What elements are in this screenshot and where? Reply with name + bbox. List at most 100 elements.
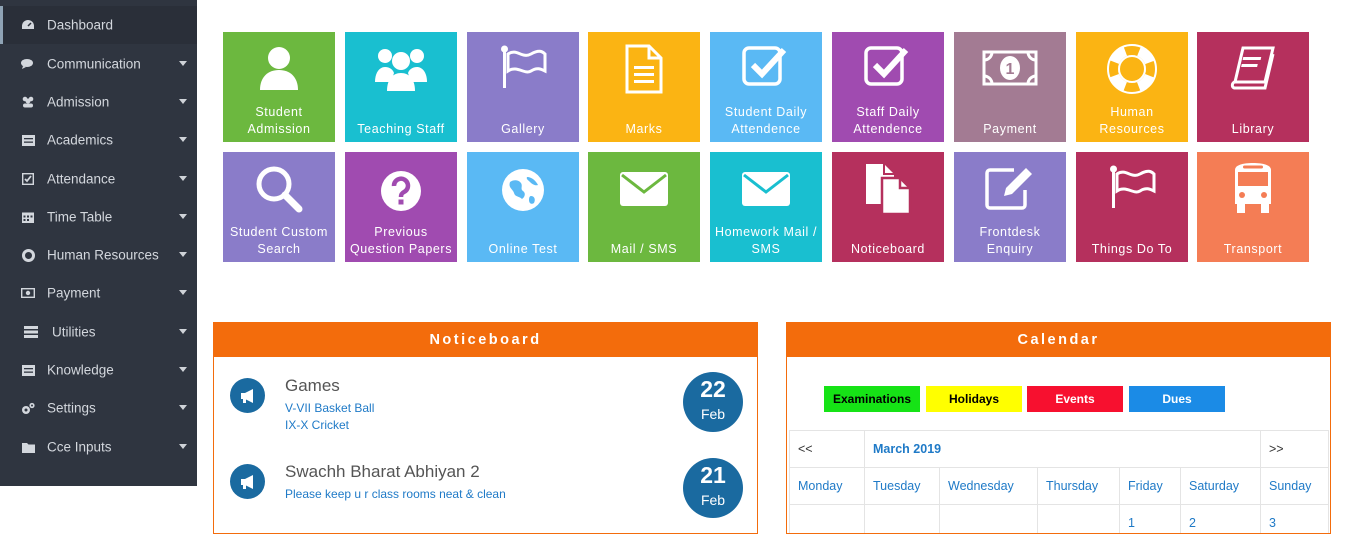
envelope-icon <box>710 170 822 208</box>
sidebar-item-time-table[interactable]: Time Table <box>0 198 197 236</box>
legend-dues: Dues <box>1129 386 1225 412</box>
notice-text: Please keep u r class rooms neat & clean <box>285 487 506 501</box>
tile-things-do-to[interactable]: Things Do To <box>1076 152 1188 262</box>
sidebar-item-settings[interactable]: Settings <box>0 389 197 427</box>
calendar-day[interactable]: 3 <box>1261 505 1329 534</box>
tile-staff-daily-attendence[interactable]: Staff Daily Attendence <box>832 32 944 142</box>
notice-title: Swachh Bharat Abhiyan 2 <box>285 462 480 482</box>
sidebar-item-academics[interactable]: Academics <box>0 121 197 159</box>
folder-icon <box>21 440 35 454</box>
weekday-header: Tuesday <box>865 468 940 505</box>
tile-student-admission[interactable]: Student Admission <box>223 32 335 142</box>
notice-date-badge: 22 Feb <box>683 372 743 432</box>
bullhorn-icon <box>230 464 265 499</box>
money-icon <box>21 286 35 300</box>
tile-label: Previous Question Papers <box>347 224 455 258</box>
flag-icon <box>467 44 579 92</box>
tile-label: Things Do To <box>1078 241 1186 258</box>
calendar-month-title: March 2019 <box>865 431 1261 468</box>
calendar-day[interactable] <box>940 505 1038 534</box>
legend-holidays: Holidays <box>926 386 1022 412</box>
files-icon <box>832 162 944 216</box>
chevron-down-icon <box>179 444 187 449</box>
notice-date-badge: 21 Feb <box>683 458 743 518</box>
sidebar-item-label: Communication <box>47 57 141 72</box>
weekday-header: Saturday <box>1181 468 1261 505</box>
cogs-icon <box>21 401 35 415</box>
legend-examinations: Examinations <box>824 386 920 412</box>
notice-day: 22 <box>683 376 743 403</box>
tile-online-test[interactable]: Online Test <box>467 152 579 262</box>
calendar-day[interactable] <box>790 505 865 534</box>
tile-mail-sms[interactable]: Mail / SMS <box>588 152 700 262</box>
notice-text: IX-X Cricket <box>285 418 349 432</box>
user-icon <box>223 44 335 92</box>
tile-frontdesk-enquiry[interactable]: Frontdesk Enquiry <box>954 152 1066 262</box>
tile-label: Mail / SMS <box>590 241 698 258</box>
notice-day: 21 <box>683 462 743 489</box>
dashboard-icon <box>21 18 35 32</box>
calendar-day[interactable] <box>1038 505 1120 534</box>
tile-payment[interactable]: 1 Payment <box>954 32 1066 142</box>
tile-marks[interactable]: Marks <box>588 32 700 142</box>
tile-human-resources[interactable]: Human Resources <box>1076 32 1188 142</box>
tile-student-daily-attendence[interactable]: Student Daily Attendence <box>710 32 822 142</box>
sidebar-item-payment[interactable]: Payment <box>0 274 197 312</box>
sidebar-item-label: Time Table <box>47 210 112 225</box>
tile-label: Noticeboard <box>834 241 942 258</box>
sidebar-item-label: Payment <box>47 286 100 301</box>
tile-label: Homework Mail / SMS <box>712 224 820 258</box>
bullhorn-icon <box>230 378 265 413</box>
users-icon <box>21 95 35 109</box>
tile-label: Library <box>1199 121 1307 138</box>
chevron-down-icon <box>179 290 187 295</box>
envelope-icon <box>588 170 700 208</box>
sidebar-item-label: Dashboard <box>47 18 113 33</box>
sidebar-item-communication[interactable]: Communication <box>0 45 197 83</box>
tile-label: Frontdesk Enquiry <box>956 224 1064 258</box>
tile-gallery[interactable]: Gallery <box>467 32 579 142</box>
document-icon <box>588 44 700 94</box>
calendar-icon <box>21 210 35 224</box>
tile-previous-question-papers[interactable]: Previous Question Papers <box>345 152 457 262</box>
calendar-panel: Calendar Examinations Holidays Events Du… <box>786 322 1331 534</box>
tile-student-custom-search[interactable]: Student Custom Search <box>223 152 335 262</box>
tile-homework-mail-sms[interactable]: Homework Mail / SMS <box>710 152 822 262</box>
legend-label: Examinations <box>833 392 911 406</box>
sidebar-item-knowledge[interactable]: Knowledge <box>0 351 197 389</box>
weekday-header: Wednesday <box>940 468 1038 505</box>
weekday-header: Thursday <box>1038 468 1120 505</box>
money-icon: 1 <box>954 50 1066 86</box>
panel-title: Calendar <box>787 323 1330 357</box>
calendar-next-button[interactable]: >> <box>1261 431 1329 468</box>
sidebar-item-cce-inputs[interactable]: Cce Inputs <box>0 428 197 466</box>
book-icon <box>1197 44 1309 92</box>
tile-noticeboard[interactable]: Noticeboard <box>832 152 944 262</box>
calendar-prev-button[interactable]: << <box>790 431 865 468</box>
chevron-down-icon <box>179 61 187 66</box>
sidebar-item-admission[interactable]: Admission <box>0 83 197 121</box>
chevron-down-icon <box>179 176 187 181</box>
calendar-day[interactable]: 1 <box>1120 505 1181 534</box>
tile-label: Transport <box>1199 241 1307 258</box>
sidebar-item-human-resources[interactable]: Human Resources <box>0 236 197 274</box>
tile-transport[interactable]: Transport <box>1197 152 1309 262</box>
sidebar-item-attendance[interactable]: Attendance <box>0 160 197 198</box>
calendar-day[interactable]: 2 <box>1181 505 1261 534</box>
legend-label: Holidays <box>949 392 999 406</box>
sidebar-item-utilities[interactable]: Utilities <box>0 313 197 351</box>
chevron-down-icon <box>179 137 187 142</box>
sidebar-item-label: Attendance <box>47 172 115 187</box>
group-icon <box>345 44 457 92</box>
calendar-day[interactable] <box>865 505 940 534</box>
sidebar: Dashboard Communication Admission Academ… <box>0 0 197 486</box>
sidebar-item-label: Utilities <box>52 325 96 340</box>
chevron-down-icon <box>179 252 187 257</box>
globe-icon <box>467 168 579 212</box>
search-icon <box>223 164 335 214</box>
check-square-icon <box>832 44 944 88</box>
tile-teaching-staff[interactable]: Teaching Staff <box>345 32 457 142</box>
sidebar-item-dashboard[interactable]: Dashboard <box>0 6 197 44</box>
tile-library[interactable]: Library <box>1197 32 1309 142</box>
sidebar-item-label: Knowledge <box>47 363 114 378</box>
